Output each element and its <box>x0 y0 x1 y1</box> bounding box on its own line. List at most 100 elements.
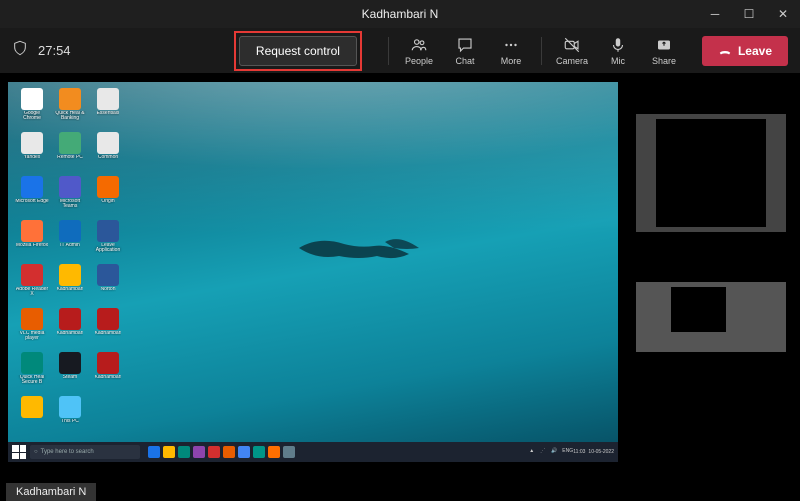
taskbar-app[interactable] <box>178 446 190 458</box>
taskbar-app[interactable] <box>193 446 205 458</box>
taskbar-app[interactable] <box>208 446 220 458</box>
self-thumbnail[interactable] <box>636 282 786 352</box>
desktop-icon[interactable]: Common <box>90 132 126 174</box>
mic-button[interactable]: Mic <box>596 36 640 66</box>
start-button[interactable] <box>12 445 26 459</box>
app-icon <box>97 308 119 330</box>
taskbar-app[interactable] <box>238 446 250 458</box>
icon-label: Microsoft Teams <box>53 199 87 209</box>
desktop-icon[interactable]: Norton <box>90 264 126 306</box>
people-button[interactable]: People <box>397 36 441 66</box>
icon-label: Essentials <box>97 111 120 116</box>
search-icon: ○ <box>34 449 38 455</box>
desktop-icon[interactable]: VLC media player <box>14 308 50 350</box>
app-icon <box>97 132 119 154</box>
share-button[interactable]: Share <box>642 36 686 66</box>
desktop-icon[interactable]: Adobe Reader X <box>14 264 50 306</box>
request-control-highlight: Request control <box>234 31 362 71</box>
shared-screen[interactable]: Google ChromeQuick Heal & Banking Essenti… <box>8 82 618 462</box>
more-label: More <box>501 56 522 66</box>
title-bar: Kadhambari N ─ ☐ ✕ <box>0 0 800 28</box>
desktop-icon[interactable] <box>14 396 50 438</box>
maximize-button[interactable]: ☐ <box>732 0 766 28</box>
desktop-icon[interactable]: Quick Heal & Banking <box>52 88 88 130</box>
shield-icon <box>12 40 28 61</box>
desktop-icons-grid: Google ChromeQuick Heal & Banking Essenti… <box>14 88 126 438</box>
icon-label: Leave Application <box>91 243 125 253</box>
camera-off-icon <box>563 36 581 54</box>
mic-icon <box>609 36 627 54</box>
app-icon <box>59 220 81 242</box>
participants-strip <box>632 74 800 501</box>
taskbar-app[interactable] <box>268 446 280 458</box>
desktop-icon[interactable]: Essentials <box>90 88 126 130</box>
desktop-icon[interactable]: Microsoft Edge <box>14 176 50 218</box>
taskbar-apps <box>148 446 295 458</box>
share-label: Share <box>652 56 676 66</box>
icon-label: Steam <box>63 375 77 380</box>
taskbar-app[interactable] <box>163 446 175 458</box>
icon-label: This PC <box>61 419 79 424</box>
app-icon <box>97 220 119 242</box>
icon-label: Kadhambari <box>57 287 84 292</box>
hangup-icon <box>718 44 732 58</box>
call-timer: 27:54 <box>38 43 71 58</box>
camera-button[interactable]: Camera <box>550 36 594 66</box>
chat-button[interactable]: Chat <box>443 36 487 66</box>
taskbar-app[interactable] <box>283 446 295 458</box>
icon-label: Yandex <box>24 155 41 160</box>
app-icon <box>59 176 81 198</box>
leave-label: Leave <box>738 44 772 58</box>
share-icon <box>655 36 673 54</box>
taskbar-app[interactable] <box>148 446 160 458</box>
app-icon <box>59 396 81 418</box>
request-control-button[interactable]: Request control <box>239 36 357 66</box>
desktop-icon[interactable]: Remote PC <box>52 132 88 174</box>
desktop-icon[interactable]: Google Chrome <box>14 88 50 130</box>
desktop-icon[interactable]: Mozilla Firefox <box>14 220 50 262</box>
desktop-icon[interactable]: This PC <box>52 396 88 438</box>
desktop-icon[interactable]: Kadhambari <box>52 264 88 306</box>
desktop-icon[interactable]: Origin <box>90 176 126 218</box>
participant-name-tag: Kadhambari N <box>6 483 96 501</box>
desktop-icon[interactable]: Kadhambari <box>90 308 126 350</box>
desktop-icon[interactable]: Kadhambari <box>52 308 88 350</box>
participant-thumbnail[interactable] <box>636 114 786 232</box>
icon-label: Quick Heal & Banking <box>53 111 87 121</box>
search-placeholder: Type here to search <box>41 449 94 455</box>
system-tray[interactable]: ▲ ⋰ 🔊 ENG 11:03 10-05-2022 <box>529 448 614 456</box>
icon-label: Quick Heal Secure B <box>15 375 49 385</box>
icon-label: Kadhambari <box>57 331 84 336</box>
icon-label: Adobe Reader X <box>15 287 49 297</box>
close-button[interactable]: ✕ <box>766 0 800 28</box>
desktop-icon[interactable]: Kadhambari <box>90 352 126 394</box>
desktop-icon[interactable]: Leave Application <box>90 220 126 262</box>
app-icon <box>97 88 119 110</box>
icon-label: Origin <box>101 199 114 204</box>
desktop-icon[interactable]: Steam <box>52 352 88 394</box>
icon-label: Kadhambari <box>95 375 122 380</box>
app-icon <box>21 264 43 286</box>
leave-button[interactable]: Leave <box>702 36 788 66</box>
minimize-button[interactable]: ─ <box>698 0 732 28</box>
desktop-icon[interactable]: Yandex <box>14 132 50 174</box>
desktop-icon[interactable]: IT Admin <box>52 220 88 262</box>
desktop-icon[interactable]: Microsoft Teams <box>52 176 88 218</box>
taskbar-app[interactable] <box>223 446 235 458</box>
call-toolbar: 27:54 Request control People Chat More C… <box>0 28 800 74</box>
app-icon <box>97 176 119 198</box>
taskbar-search[interactable]: ○ Type here to search <box>30 445 140 459</box>
more-button[interactable]: More <box>489 36 533 66</box>
app-icon <box>21 220 43 242</box>
clock-date: 10-05-2022 <box>588 449 614 455</box>
app-icon <box>21 396 43 418</box>
icon-label: VLC media player <box>15 331 49 341</box>
taskbar-app[interactable] <box>253 446 265 458</box>
desktop-icon[interactable]: Quick Heal Secure B <box>14 352 50 394</box>
app-icon <box>59 264 81 286</box>
chat-icon <box>456 36 474 54</box>
shared-taskbar[interactable]: ○ Type here to search ▲ ⋰ 🔊 ENG 11:03 10… <box>8 442 618 462</box>
divider <box>388 37 389 65</box>
main-stage: Google ChromeQuick Heal & Banking Essenti… <box>0 74 632 501</box>
icon-label: Kadhambari <box>95 331 122 336</box>
